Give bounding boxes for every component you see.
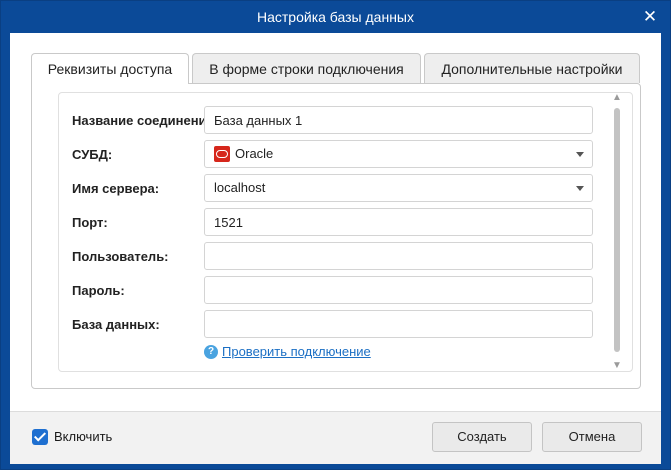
password-input[interactable] [214,277,583,303]
vertical-scrollbar[interactable]: ▲ ▼ [611,92,623,372]
tab-additional-settings[interactable]: Дополнительные настройки [424,53,640,83]
dialog-footer: Включить Создать Отмена [10,411,661,464]
close-icon[interactable]: ✕ [640,7,660,27]
tab-panel: Название соединения: СУБД: Oracle Имя се… [31,83,641,389]
user-field[interactable] [204,242,593,270]
dbms-label: СУБД: [72,147,113,162]
test-connection-link[interactable]: Проверить подключение [222,344,371,359]
user-input[interactable] [214,243,583,269]
connection-name-input[interactable] [214,107,583,133]
dialog-content: Реквизиты доступа В форме строки подключ… [10,33,661,464]
chevron-down-icon[interactable]: ▼ [611,360,623,372]
tab-access-credentials[interactable]: Реквизиты доступа [31,53,189,84]
dialog-window: Настройка базы данных ✕ Реквизиты доступ… [0,0,671,470]
server-select[interactable]: localhost [204,174,593,202]
server-label: Имя сервера: [72,181,160,196]
test-connection: ? Проверить подключение [204,343,371,359]
title-bar: Настройка базы данных [1,1,670,33]
port-field[interactable] [204,208,593,236]
window-title: Настройка базы данных [257,9,414,25]
form-area: Название соединения: СУБД: Oracle Имя се… [58,92,633,372]
port-label: Порт: [72,215,108,230]
tab-label: Реквизиты доступа [47,61,173,77]
oracle-icon [214,145,230,162]
scrollbar-thumb[interactable] [614,108,620,352]
connection-name-label: Название соединения: [72,113,219,128]
help-icon: ? [204,344,218,359]
database-field[interactable] [204,310,593,338]
enable-label[interactable]: Включить [54,429,112,445]
chevron-up-icon[interactable]: ▲ [611,92,623,104]
server-value: localhost [214,180,266,195]
enable-checkbox[interactable] [32,429,48,445]
dbms-select[interactable]: Oracle [204,140,593,168]
dbms-value: Oracle [235,146,274,161]
password-field[interactable] [204,276,593,304]
tab-connection-string[interactable]: В форме строки подключения [192,53,421,83]
port-input[interactable] [214,209,583,235]
connection-name-field[interactable] [204,106,593,134]
database-input[interactable] [214,311,583,337]
tab-label: Дополнительные настройки [441,61,623,77]
create-button[interactable]: Создать [432,422,532,452]
tab-label: В форме строки подключения [209,61,404,77]
chevron-down-icon[interactable] [576,152,584,157]
chevron-down-icon[interactable] [576,186,584,191]
cancel-button[interactable]: Отмена [542,422,642,452]
database-label: База данных: [72,317,160,332]
user-label: Пользователь: [72,249,169,264]
password-label: Пароль: [72,283,125,298]
